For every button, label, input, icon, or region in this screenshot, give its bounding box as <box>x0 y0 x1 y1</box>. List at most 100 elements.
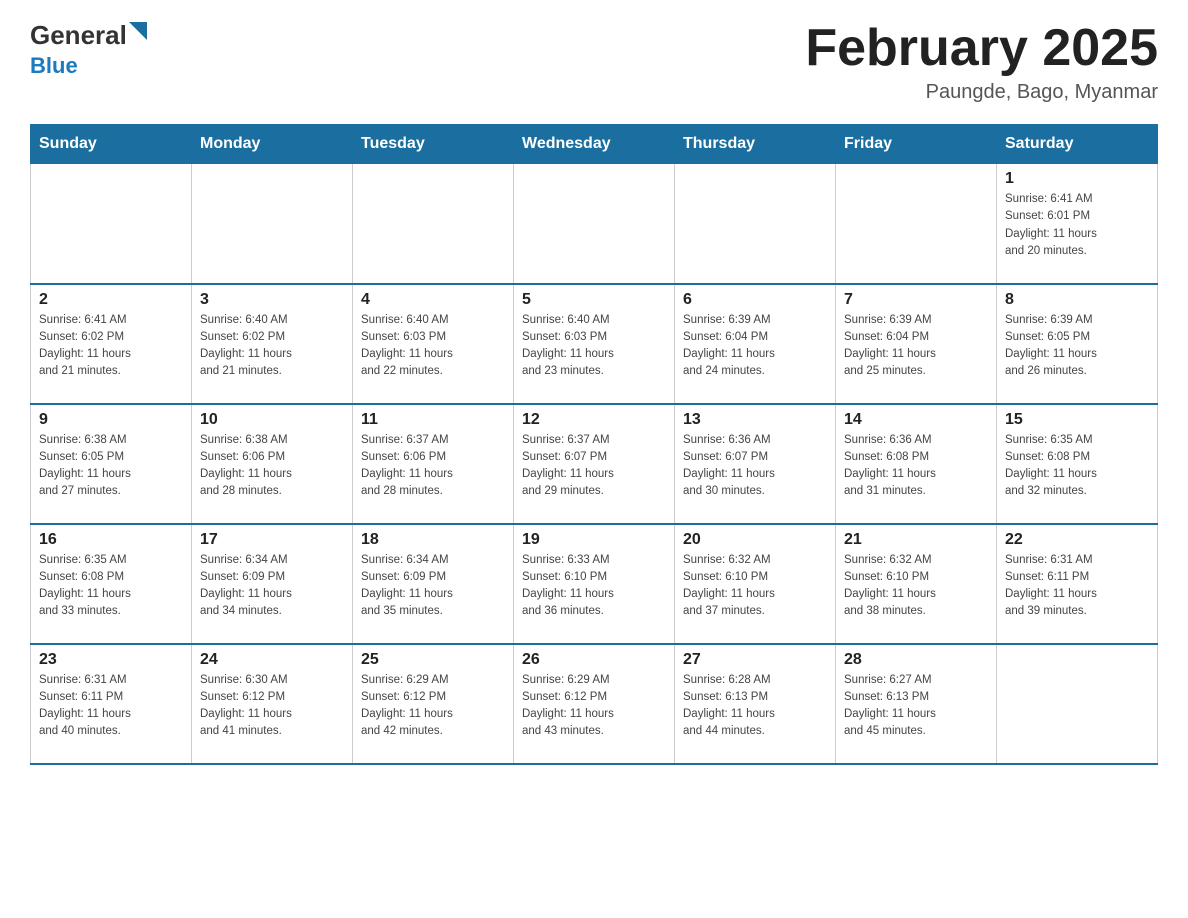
day-info: Sunrise: 6:39 AM Sunset: 6:05 PM Dayligh… <box>1005 312 1149 381</box>
calendar-cell <box>353 164 514 284</box>
calendar-cell: 7 Sunrise: 6:39 AM Sunset: 6:04 PM Daylig… <box>836 284 997 404</box>
week-row-2: 2Sunrise: 6:41 AM Sunset: 6:02 PM Daylig… <box>31 284 1158 404</box>
day-info: Sunrise: 6:35 AM Sunset: 6:08 PM Dayligh… <box>1005 432 1149 501</box>
calendar-cell: 12 Sunrise: 6:37 AM Sunset: 6:07 PM Dayli… <box>514 404 675 524</box>
calendar-cell: 6 Sunrise: 6:39 AM Sunset: 6:04 PM Daylig… <box>675 284 836 404</box>
day-number: 11 <box>361 411 505 429</box>
location-text: Paungde, Bago, Myanmar <box>805 81 1158 104</box>
calendar-cell: 26 Sunrise: 6:29 AM Sunset: 6:12 PM Dayli… <box>514 644 675 764</box>
day-info: Sunrise: 6:37 AM Sunset: 6:06 PM Dayligh… <box>361 432 505 501</box>
day-info: Sunrise: 6:39 AM Sunset: 6:04 PM Dayligh… <box>844 312 988 381</box>
calendar-cell: 25 Sunrise: 6:29 AM Sunset: 6:12 PM Dayli… <box>353 644 514 764</box>
day-info: Sunrise: 6:40 AM Sunset: 6:03 PM Dayligh… <box>522 312 666 381</box>
week-row-5: 23Sunrise: 6:31 AM Sunset: 6:11 PM Dayli… <box>31 644 1158 764</box>
day-number: 27 <box>683 651 827 669</box>
calendar-cell: 5 Sunrise: 6:40 AM Sunset: 6:03 PM Daylig… <box>514 284 675 404</box>
calendar-cell: 14 Sunrise: 6:36 AM Sunset: 6:08 PM Dayli… <box>836 404 997 524</box>
calendar-cell: 4Sunrise: 6:40 AM Sunset: 6:03 PM Daylig… <box>353 284 514 404</box>
calendar-cell <box>514 164 675 284</box>
page-header: General Blue February 2025 Paungde, Bago… <box>30 20 1158 104</box>
calendar-cell: 1Sunrise: 6:41 AM Sunset: 6:01 PM Daylig… <box>997 164 1158 284</box>
day-info: Sunrise: 6:32 AM Sunset: 6:10 PM Dayligh… <box>683 552 827 621</box>
calendar-cell: 23Sunrise: 6:31 AM Sunset: 6:11 PM Dayli… <box>31 644 192 764</box>
day-header-tuesday: Tuesday <box>353 125 514 164</box>
calendar-cell <box>997 644 1158 764</box>
day-info: Sunrise: 6:29 AM Sunset: 6:12 PM Dayligh… <box>361 672 505 741</box>
day-number: 5 <box>522 291 666 309</box>
day-number: 12 <box>522 411 666 429</box>
day-number: 6 <box>683 291 827 309</box>
day-info: Sunrise: 6:31 AM Sunset: 6:11 PM Dayligh… <box>1005 552 1149 621</box>
day-info: Sunrise: 6:40 AM Sunset: 6:02 PM Dayligh… <box>200 312 344 381</box>
calendar-cell: 20Sunrise: 6:32 AM Sunset: 6:10 PM Dayli… <box>675 524 836 644</box>
calendar-cell: 8 Sunrise: 6:39 AM Sunset: 6:05 PM Daylig… <box>997 284 1158 404</box>
day-info: Sunrise: 6:36 AM Sunset: 6:07 PM Dayligh… <box>683 432 827 501</box>
day-number: 4 <box>361 291 505 309</box>
calendar-cell <box>675 164 836 284</box>
day-number: 24 <box>200 651 344 669</box>
day-number: 16 <box>39 531 183 549</box>
day-info: Sunrise: 6:36 AM Sunset: 6:08 PM Dayligh… <box>844 432 988 501</box>
calendar-cell: 17 Sunrise: 6:34 AM Sunset: 6:09 PM Dayli… <box>192 524 353 644</box>
day-info: Sunrise: 6:30 AM Sunset: 6:12 PM Dayligh… <box>200 672 344 741</box>
day-header-wednesday: Wednesday <box>514 125 675 164</box>
calendar-cell: 2Sunrise: 6:41 AM Sunset: 6:02 PM Daylig… <box>31 284 192 404</box>
logo-blue-text: Blue <box>30 53 78 79</box>
day-number: 14 <box>844 411 988 429</box>
day-header-sunday: Sunday <box>31 125 192 164</box>
calendar-cell <box>192 164 353 284</box>
week-row-1: 1Sunrise: 6:41 AM Sunset: 6:01 PM Daylig… <box>31 164 1158 284</box>
day-info: Sunrise: 6:38 AM Sunset: 6:06 PM Dayligh… <box>200 432 344 501</box>
month-title: February 2025 <box>805 20 1158 77</box>
calendar-body: 1Sunrise: 6:41 AM Sunset: 6:01 PM Daylig… <box>31 164 1158 764</box>
day-info: Sunrise: 6:32 AM Sunset: 6:10 PM Dayligh… <box>844 552 988 621</box>
logo-general-text: General <box>30 20 127 51</box>
week-row-4: 16 Sunrise: 6:35 AM Sunset: 6:08 PM Dayli… <box>31 524 1158 644</box>
day-number: 7 <box>844 291 988 309</box>
day-info: Sunrise: 6:29 AM Sunset: 6:12 PM Dayligh… <box>522 672 666 741</box>
day-info: Sunrise: 6:38 AM Sunset: 6:05 PM Dayligh… <box>39 432 183 501</box>
day-number: 8 <box>1005 291 1149 309</box>
day-header-friday: Friday <box>836 125 997 164</box>
calendar-cell: 19Sunrise: 6:33 AM Sunset: 6:10 PM Dayli… <box>514 524 675 644</box>
day-info: Sunrise: 6:39 AM Sunset: 6:04 PM Dayligh… <box>683 312 827 381</box>
day-number: 28 <box>844 651 988 669</box>
day-number: 13 <box>683 411 827 429</box>
calendar-cell: 15 Sunrise: 6:35 AM Sunset: 6:08 PM Dayli… <box>997 404 1158 524</box>
day-number: 26 <box>522 651 666 669</box>
calendar-cell: 24 Sunrise: 6:30 AM Sunset: 6:12 PM Dayli… <box>192 644 353 764</box>
week-row-3: 9 Sunrise: 6:38 AM Sunset: 6:05 PM Daylig… <box>31 404 1158 524</box>
calendar-cell: 27 Sunrise: 6:28 AM Sunset: 6:13 PM Dayli… <box>675 644 836 764</box>
calendar-cell: 22 Sunrise: 6:31 AM Sunset: 6:11 PM Dayli… <box>997 524 1158 644</box>
calendar-cell: 3 Sunrise: 6:40 AM Sunset: 6:02 PM Daylig… <box>192 284 353 404</box>
day-info: Sunrise: 6:34 AM Sunset: 6:09 PM Dayligh… <box>361 552 505 621</box>
days-of-week-row: SundayMondayTuesdayWednesdayThursdayFrid… <box>31 125 1158 164</box>
title-block: February 2025 Paungde, Bago, Myanmar <box>805 20 1158 104</box>
day-info: Sunrise: 6:28 AM Sunset: 6:13 PM Dayligh… <box>683 672 827 741</box>
calendar-header: SundayMondayTuesdayWednesdayThursdayFrid… <box>31 125 1158 164</box>
day-number: 22 <box>1005 531 1149 549</box>
day-number: 23 <box>39 651 183 669</box>
calendar-cell: 18Sunrise: 6:34 AM Sunset: 6:09 PM Dayli… <box>353 524 514 644</box>
calendar-cell: 21Sunrise: 6:32 AM Sunset: 6:10 PM Dayli… <box>836 524 997 644</box>
calendar-cell: 16 Sunrise: 6:35 AM Sunset: 6:08 PM Dayli… <box>31 524 192 644</box>
day-number: 19 <box>522 531 666 549</box>
day-info: Sunrise: 6:37 AM Sunset: 6:07 PM Dayligh… <box>522 432 666 501</box>
day-number: 25 <box>361 651 505 669</box>
day-number: 17 <box>200 531 344 549</box>
calendar-cell <box>31 164 192 284</box>
day-info: Sunrise: 6:41 AM Sunset: 6:01 PM Dayligh… <box>1005 191 1149 260</box>
calendar-cell: 11 Sunrise: 6:37 AM Sunset: 6:06 PM Dayli… <box>353 404 514 524</box>
day-info: Sunrise: 6:41 AM Sunset: 6:02 PM Dayligh… <box>39 312 183 381</box>
day-number: 9 <box>39 411 183 429</box>
logo-triangle-icon <box>129 22 147 40</box>
day-number: 3 <box>200 291 344 309</box>
calendar-table: SundayMondayTuesdayWednesdayThursdayFrid… <box>30 124 1158 765</box>
day-info: Sunrise: 6:34 AM Sunset: 6:09 PM Dayligh… <box>200 552 344 621</box>
day-number: 15 <box>1005 411 1149 429</box>
calendar-cell: 10Sunrise: 6:38 AM Sunset: 6:06 PM Dayli… <box>192 404 353 524</box>
day-info: Sunrise: 6:35 AM Sunset: 6:08 PM Dayligh… <box>39 552 183 621</box>
logo: General Blue <box>30 20 147 79</box>
day-header-monday: Monday <box>192 125 353 164</box>
calendar-cell <box>836 164 997 284</box>
